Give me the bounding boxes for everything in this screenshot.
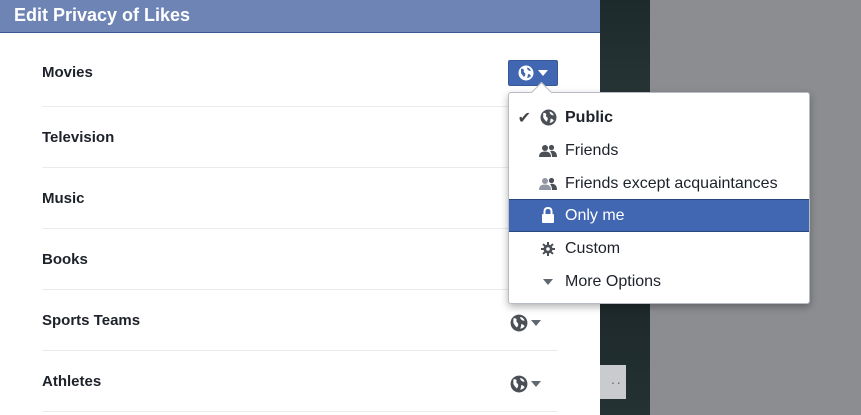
menu-item-custom[interactable]: Custom [509,232,809,265]
menu-item-label: Friends except acquaintances [565,174,778,192]
category-row-sports-teams: Sports Teams [42,290,558,351]
chevron-down-icon [531,381,541,387]
menu-item-friends-except-acquaintances[interactable]: Friends except acquaintances [509,167,809,200]
globe-icon [518,65,534,81]
menu-item-label: Only me [565,206,625,224]
menu-item-label: More Options [565,272,662,290]
lock-icon [542,207,554,223]
globe-icon [510,314,528,332]
category-label: Television [42,129,115,146]
category-label: Music [42,190,85,207]
privacy-selector-button[interactable] [510,373,550,395]
globe-icon [540,109,556,126]
menu-item-label: Public [565,108,614,126]
category-row-music: Music [42,168,558,229]
privacy-selector-button[interactable] [510,312,550,334]
chevron-down-icon [531,320,541,326]
category-label: Books [42,251,88,268]
likes-category-list: Movies Television Music Books Sports Tea… [42,34,558,412]
friends-icon [539,144,557,157]
category-label: Movies [42,64,93,81]
checkmark-icon: ✔ [517,109,531,127]
chevron-down-icon [538,70,548,76]
category-label: Sports Teams [42,312,141,329]
menu-item-friends[interactable]: Friends [509,134,809,167]
menu-item-public[interactable]: ✔ Public [509,101,809,134]
menu-item-label: Friends [565,141,619,159]
menu-item-more-options[interactable]: More Options [509,265,809,298]
caret-down-icon [543,278,553,285]
globe-icon [510,375,528,393]
dialog-title: Edit Privacy of Likes [0,0,600,33]
category-row-books: Books [42,229,558,290]
menu-item-label: Custom [565,239,621,257]
background-more-button: ·· [598,365,626,399]
category-label: Athletes [42,373,102,390]
privacy-selector-button[interactable] [508,60,558,86]
menu-item-only-me[interactable]: Only me [509,199,809,232]
category-row-television: Television [42,107,558,168]
friends-except-icon [539,177,557,190]
category-row-movies: Movies [42,34,558,107]
privacy-dropdown-menu: ✔ Public Friends Friends except acquaint… [508,81,810,304]
gear-icon [541,241,555,256]
category-row-athletes: Athletes [42,351,558,412]
